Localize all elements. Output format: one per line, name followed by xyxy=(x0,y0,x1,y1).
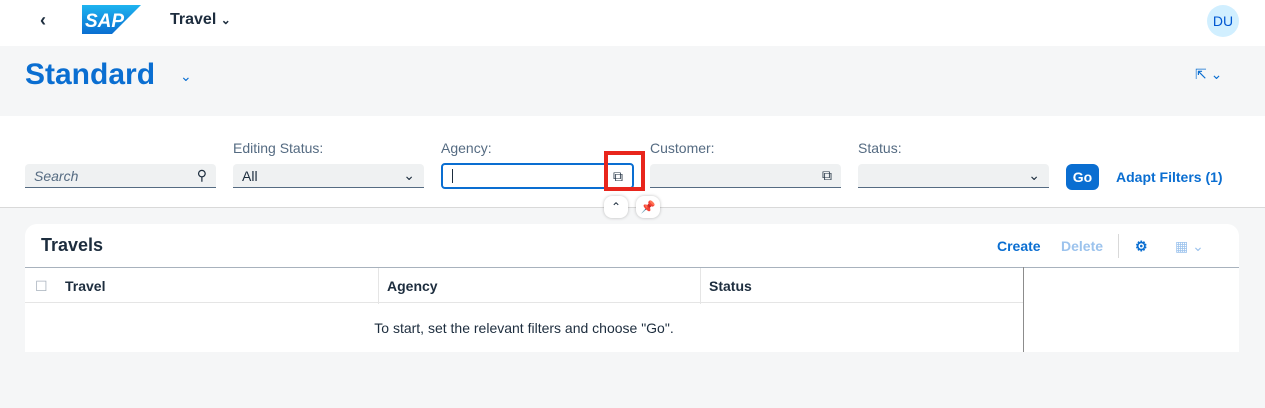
toolbar-divider xyxy=(1118,234,1119,258)
back-icon[interactable]: ‹ xyxy=(40,10,46,31)
table-end-divider xyxy=(1023,267,1024,352)
highlight-box xyxy=(604,151,645,191)
select-all-checkbox[interactable]: ☐ xyxy=(35,278,48,295)
shell-bar: ‹ SAP Travel ⌄ DU xyxy=(0,0,1265,46)
table-header: ☐ Travel Agency Status xyxy=(25,267,1023,304)
collapse-header-button[interactable]: ⌃ xyxy=(604,196,628,218)
create-button[interactable]: Create xyxy=(997,238,1041,254)
chevron-up-icon: ⌃ xyxy=(610,200,622,214)
adapt-filters-button[interactable]: Adapt Filters (1) xyxy=(1116,169,1223,185)
column-divider xyxy=(700,268,701,304)
value-help-icon[interactable]: ⧉ xyxy=(822,167,832,184)
variant-title[interactable]: Standard xyxy=(25,58,155,92)
column-divider xyxy=(378,268,379,304)
column-header-agency[interactable]: Agency xyxy=(387,278,438,294)
chevron-down-icon: ⌄ xyxy=(1028,167,1040,183)
column-header-travel[interactable]: Travel xyxy=(65,278,105,294)
app-title: Travel xyxy=(170,11,217,28)
customer-label: Customer: xyxy=(650,140,715,156)
search-icon[interactable]: ⚲ xyxy=(197,167,207,184)
agency-value xyxy=(452,169,453,183)
settings-gear-icon[interactable]: ⚙ xyxy=(1135,238,1148,255)
search-input[interactable]: Search ⚲ xyxy=(25,164,216,188)
chevron-down-icon[interactable]: ⌄ xyxy=(180,68,192,85)
delete-button[interactable]: Delete xyxy=(1061,238,1103,254)
chevron-down-icon: ⌄ xyxy=(220,13,231,27)
status-label: Status: xyxy=(858,140,902,156)
editing-status-value: All xyxy=(242,167,258,184)
export-icon[interactable]: ▦ ⌄ xyxy=(1175,238,1204,255)
table-title: Travels xyxy=(41,235,104,255)
agency-label: Agency: xyxy=(441,140,492,156)
travels-table: Travels Create Delete ⚙ ▦ ⌄ ☐ Travel Age… xyxy=(25,224,1239,352)
search-placeholder: Search xyxy=(34,167,79,184)
avatar[interactable]: DU xyxy=(1207,5,1239,37)
svg-text:SAP: SAP xyxy=(85,11,124,32)
editing-status-select[interactable]: All ⌄ xyxy=(233,164,424,188)
chevron-down-icon: ⌄ xyxy=(403,167,415,183)
pin-icon: 📌 xyxy=(640,200,656,214)
editing-status-label: Editing Status: xyxy=(233,140,324,156)
column-header-status[interactable]: Status xyxy=(709,278,752,294)
go-button[interactable]: Go xyxy=(1066,164,1099,190)
app-title-menu[interactable]: Travel ⌄ xyxy=(170,11,231,29)
share-icon[interactable]: ⇱ ⌄ xyxy=(1195,66,1222,83)
empty-state-text: To start, set the relevant filters and c… xyxy=(374,320,674,336)
customer-input[interactable]: ⧉ xyxy=(650,164,841,188)
pin-header-button[interactable]: 📌 xyxy=(636,196,660,218)
sap-logo[interactable]: SAP xyxy=(82,5,141,34)
status-select[interactable]: ⌄ xyxy=(858,164,1049,188)
page-header: Standard ⌄ ⇱ ⌄ xyxy=(0,46,1265,116)
